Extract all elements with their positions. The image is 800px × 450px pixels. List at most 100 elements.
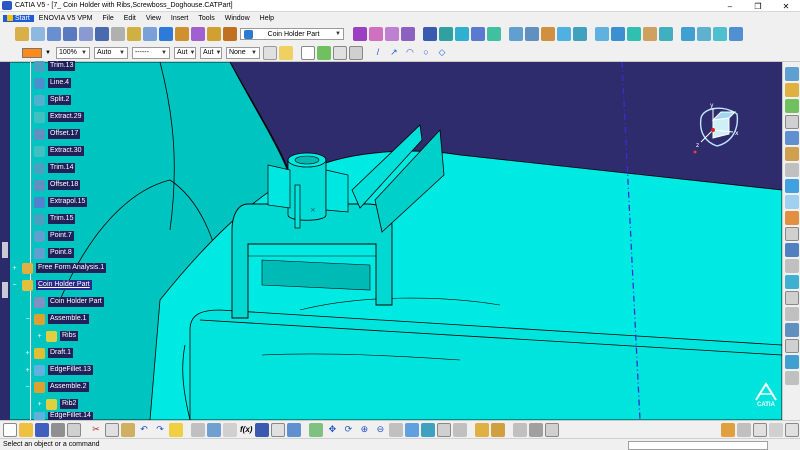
zoom-out-icon[interactable]: ⊖ (373, 423, 387, 437)
hole-icon[interactable] (487, 27, 501, 41)
translate-icon[interactable] (573, 27, 587, 41)
reflect-icon[interactable] (784, 275, 799, 289)
edit-icon[interactable] (737, 422, 751, 437)
menu-view[interactable]: View (141, 15, 166, 22)
healing-icon[interactable] (159, 27, 173, 41)
redo-icon[interactable]: ↷ (153, 423, 167, 437)
line-point-icon[interactable]: ↗ (387, 46, 401, 60)
open-icon[interactable] (19, 422, 33, 437)
zoom-in-icon[interactable]: ⊕ (357, 423, 371, 437)
tree-item-assemble-2[interactable]: Assemble.2 (34, 381, 89, 393)
grid-view-icon[interactable] (332, 45, 347, 60)
measure-icon[interactable] (784, 67, 799, 81)
save-icon[interactable] (35, 422, 49, 437)
tree-item-offset-17[interactable]: Offset.17 (34, 128, 81, 140)
draft-analysis-icon[interactable] (784, 211, 799, 225)
parameter-icon[interactable] (784, 131, 799, 145)
tree-item-extract-29[interactable]: Extract.29 (34, 111, 84, 123)
cube-icon[interactable] (300, 45, 315, 60)
analysis-icon[interactable] (784, 83, 799, 97)
expand-icon[interactable]: + (36, 401, 43, 408)
properties-toolbar-icon[interactable] (545, 422, 560, 437)
law-icon[interactable] (784, 163, 799, 177)
section-icon[interactable] (784, 243, 799, 257)
cut-icon[interactable]: ✂ (89, 423, 103, 437)
construction-icon[interactable] (63, 27, 77, 41)
painter-icon[interactable] (262, 45, 277, 60)
tree-item-edgefillet-14[interactable]: EdgeFillet.14 (34, 412, 93, 420)
offset-surface-icon[interactable] (385, 27, 399, 41)
pad-icon[interactable] (423, 27, 437, 41)
tree-item-assemble-1[interactable]: Assemble.1 (34, 313, 89, 325)
grid-toggle-icon[interactable] (753, 422, 767, 437)
compass-widget[interactable]: y x z (693, 98, 743, 154)
pocket-icon[interactable] (439, 27, 453, 41)
point-icon[interactable] (595, 27, 609, 41)
mapping-icon[interactable] (784, 259, 799, 273)
point-symbol-combo[interactable]: Aut ▼ (173, 46, 196, 59)
whats-this-icon[interactable] (169, 422, 183, 437)
capture-icon[interactable] (529, 422, 544, 437)
helix-icon[interactable] (643, 27, 657, 41)
normal-view-icon[interactable] (389, 422, 404, 437)
transparency-combo[interactable]: 100% ▼ (55, 46, 90, 59)
porcupine-icon[interactable] (784, 291, 799, 305)
snap-icon[interactable] (769, 422, 783, 437)
tree-item-draft-1[interactable]: Draft.1 (34, 347, 74, 359)
tree-item-trim-15[interactable]: Trim.15 (34, 213, 76, 225)
properties-icon[interactable] (278, 45, 293, 60)
catalog-icon[interactable] (191, 422, 205, 437)
analysis-toolbar-icon[interactable] (513, 422, 528, 437)
close-button[interactable]: ✕ (772, 0, 800, 12)
grid-snap-icon[interactable] (47, 27, 61, 41)
rendering-style-combo[interactable]: Aut ▼ (199, 46, 222, 59)
tree-item-coin-holder-body[interactable]: Coin Holder Part (34, 296, 104, 308)
tree-item-ribs[interactable]: Ribs (46, 330, 79, 342)
expand-icon[interactable]: + (36, 333, 43, 340)
menu-window[interactable]: Window (220, 15, 255, 22)
expand-icon[interactable]: + (11, 265, 18, 272)
knowledge-icon[interactable] (784, 99, 799, 113)
apply-icon[interactable] (721, 422, 735, 437)
split-icon[interactable] (697, 27, 711, 41)
pan-icon[interactable]: ✥ (325, 423, 339, 437)
extrude-icon[interactable] (191, 27, 205, 41)
shell-icon[interactable] (557, 27, 571, 41)
multi-section-icon[interactable] (353, 27, 367, 41)
arc-icon[interactable]: ◠ (403, 46, 417, 60)
revolve-icon[interactable] (207, 27, 221, 41)
check-icon[interactable] (784, 179, 799, 193)
sketch-toggle-icon[interactable] (785, 422, 799, 437)
print-icon[interactable] (51, 422, 65, 437)
tree-item-free-form-analysis[interactable]: Free Form Analysis.1 (22, 262, 107, 274)
highlight-icon[interactable] (784, 307, 799, 321)
geometric-constraint-icon[interactable] (79, 27, 93, 41)
fit-all-icon[interactable] (309, 422, 324, 437)
formula-fx[interactable]: f(x) (240, 425, 252, 434)
undo-icon[interactable]: ↶ (137, 423, 151, 437)
tree-item-point-7[interactable]: Point.7 (34, 230, 74, 242)
expand-icon[interactable]: − (24, 316, 31, 323)
menu-file[interactable]: File (97, 15, 118, 22)
shaft-icon[interactable] (455, 27, 469, 41)
quick-print-icon[interactable] (67, 422, 81, 437)
tree-item-split-2[interactable]: Split.2 (34, 94, 72, 106)
fill-color-swatch[interactable] (22, 47, 42, 58)
menu-help[interactable]: Help (255, 15, 279, 22)
color-chevron-icon[interactable]: ▼ (45, 50, 51, 56)
swap-icon[interactable] (287, 422, 302, 437)
plane-icon[interactable] (111, 27, 125, 41)
view-icon[interactable] (784, 355, 799, 369)
table-icon[interactable] (784, 115, 799, 129)
edge-fillet-icon[interactable] (509, 27, 523, 41)
extract-icon[interactable] (713, 27, 727, 41)
paste-icon[interactable] (121, 422, 135, 437)
new-icon[interactable] (3, 422, 17, 437)
tree-item-offset-18[interactable]: Offset.18 (34, 179, 81, 191)
apply-material-icon[interactable] (784, 323, 799, 337)
shading-icon[interactable] (421, 422, 436, 437)
menu-edit[interactable]: Edit (119, 15, 141, 22)
iso-view-icon[interactable] (405, 422, 420, 437)
curvature-icon[interactable] (784, 195, 799, 209)
box-view-icon[interactable] (348, 45, 363, 60)
